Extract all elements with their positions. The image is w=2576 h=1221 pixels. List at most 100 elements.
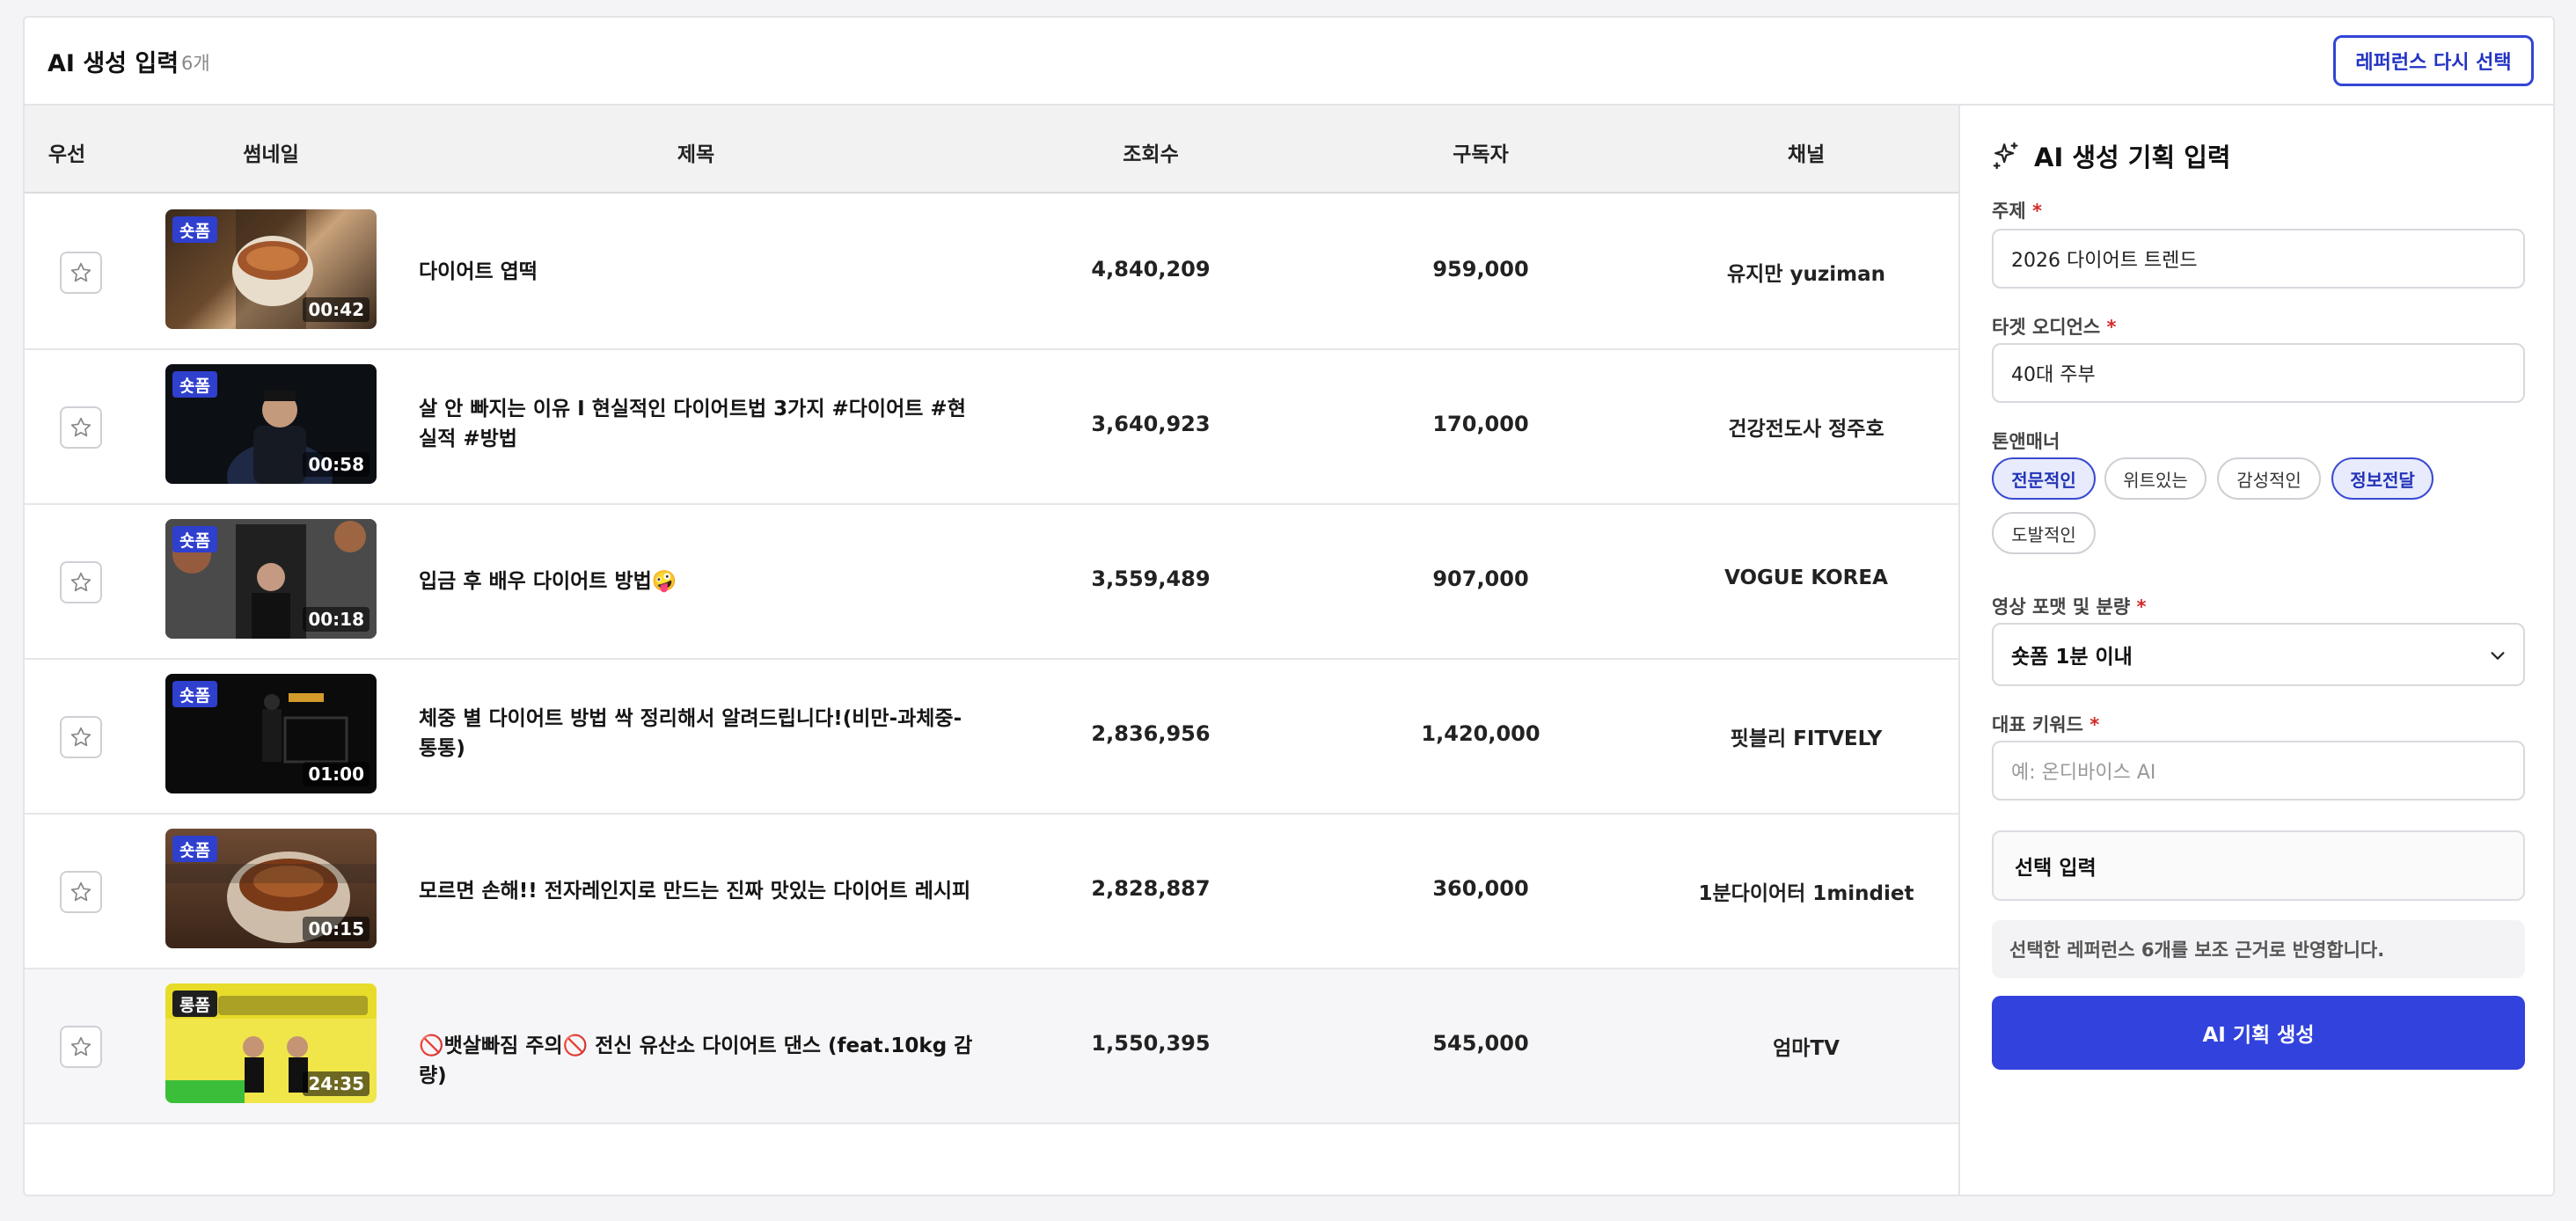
duration-label: 00:18 <box>303 607 370 632</box>
duration-label: 24:35 <box>303 1071 370 1096</box>
keyword-input[interactable]: 예: 온디바이스 AI <box>1992 741 2525 801</box>
priority-star-button[interactable] <box>60 406 102 449</box>
video-thumbnail[interactable]: 숏폼 00:58 <box>165 364 377 484</box>
star-icon <box>70 572 91 592</box>
priority-star-button[interactable] <box>60 871 102 913</box>
panel-title: AI 생성 기획 입력 <box>2034 143 2231 172</box>
views-value: 1,550,395 <box>1091 1031 1211 1056</box>
subscribers-value: 170,000 <box>1432 412 1529 436</box>
star-icon <box>70 727 91 747</box>
sparkle-icon <box>1993 142 2018 170</box>
table-row[interactable]: 숏폼 00:18 입금 후 배우 다이어트 방법🤪 3,559,489 907,… <box>25 505 1958 660</box>
table-row[interactable]: 숏폼 00:42 다이어트 엽떡 4,840,209 959,000 유지만 y… <box>25 195 1958 350</box>
tone-chip-witty[interactable]: 위트있는 <box>2104 457 2206 500</box>
tone-chip-informative[interactable]: 정보전달 <box>2331 457 2433 500</box>
channel-name: VOGUE KOREA <box>1724 567 1888 589</box>
table-row[interactable]: 롱폼 24:35 🚫뱃살빠짐 주의🚫 전신 유산소 다이어트 댄스 (feat.… <box>25 969 1958 1124</box>
required-mark: * <box>2106 317 2117 338</box>
col-title: 제목 <box>677 143 715 166</box>
subscribers-value: 545,000 <box>1432 1031 1529 1056</box>
required-mark: * <box>2136 596 2147 618</box>
video-thumbnail[interactable]: 롱폼 24:35 <box>165 983 377 1103</box>
audience-input[interactable]: 40대 주부 <box>1992 343 2525 403</box>
duration-label: 01:00 <box>303 762 370 786</box>
ai-input-card: AI 생성 입력 6개 레퍼런스 다시 선택 우선 썸네일 제목 조회수 구독자… <box>23 16 2555 1196</box>
channel-name: 핏블리 FITVELY <box>1730 727 1883 750</box>
col-subscribers: 구독자 <box>1453 143 1509 166</box>
format-badge: 숏폼 <box>172 526 217 552</box>
tone-chip-provocative[interactable]: 도발적인 <box>1992 512 2096 554</box>
col-thumbnail: 썸네일 <box>243 143 299 166</box>
table-row[interactable]: 숏폼 00:58 살 안 빠지는 이유 I 현실적인 다이어트법 3가지 #다이… <box>25 350 1958 505</box>
card-header: AI 생성 입력 6개 레퍼런스 다시 선택 <box>25 18 2553 106</box>
subscribers-value: 360,000 <box>1432 876 1529 901</box>
star-icon <box>70 881 91 902</box>
video-thumbnail[interactable]: 숏폼 00:42 <box>165 209 377 329</box>
views-value: 4,840,209 <box>1091 257 1211 281</box>
duration-label: 00:42 <box>303 297 370 322</box>
col-channel: 채널 <box>1787 143 1826 166</box>
video-thumbnail[interactable]: 숏폼 01:00 <box>165 674 377 793</box>
generate-plan-button[interactable]: AI 기획 생성 <box>1992 996 2525 1070</box>
subscribers-value: 959,000 <box>1432 257 1529 281</box>
video-title[interactable]: 체중 별 다이어트 방법 싹 정리해서 알려드립니다!(비만-과체중-통통) <box>419 704 973 764</box>
views-value: 3,640,923 <box>1091 412 1211 436</box>
priority-star-button[interactable] <box>60 716 102 758</box>
video-title[interactable]: 살 안 빠지는 이유 I 현실적인 다이어트법 3가지 #다이어트 #현실적 #… <box>419 394 973 454</box>
duration-label: 00:58 <box>303 452 370 477</box>
star-icon <box>70 1036 91 1056</box>
format-selected-value: 숏폼 1분 이내 <box>2011 646 2133 669</box>
col-views: 조회수 <box>1123 143 1179 166</box>
format-label: 영상 포맷 및 분량 * <box>1992 593 2146 619</box>
chevron-down-icon <box>2491 652 2505 660</box>
table-row[interactable]: 숏폼 01:00 체중 별 다이어트 방법 싹 정리해서 알려드립니다!(비만-… <box>25 660 1958 815</box>
priority-star-button[interactable] <box>60 1026 102 1068</box>
priority-star-button[interactable] <box>60 561 102 603</box>
keyword-label-text: 대표 키워드 <box>1992 714 2083 735</box>
panel-header: AI 생성 기획 입력 <box>1992 137 2231 174</box>
tone-chip-professional[interactable]: 전문적인 <box>1992 457 2096 500</box>
channel-name: 유지만 yuziman <box>1727 263 1885 286</box>
topic-input[interactable]: 2026 다이어트 트렌드 <box>1992 229 2525 289</box>
video-title[interactable]: 모르면 손해!! 전자레인지로 만드는 진짜 맛있는 다이어트 레시피 <box>419 876 973 906</box>
channel-name: 건강전도사 정주호 <box>1728 418 1884 441</box>
subscribers-value: 907,000 <box>1432 567 1529 591</box>
video-title[interactable]: 다이어트 엽떡 <box>419 257 973 287</box>
format-badge: 숏폼 <box>172 836 217 862</box>
table-row[interactable]: 숏폼 00:15 모르면 손해!! 전자레인지로 만드는 진짜 맛있는 다이어트… <box>25 815 1958 969</box>
tone-chip-emotional[interactable]: 감성적인 <box>2217 457 2321 500</box>
topic-label-text: 주제 <box>1992 201 2026 222</box>
optional-input-toggle[interactable]: 선택 입력 <box>1992 830 2525 901</box>
reference-table: 우선 썸네일 제목 조회수 구독자 채널 숏폼 00:42 다이어트 엽떡 4,… <box>25 106 1958 1195</box>
channel-name: 1분다이어터 1mindiet <box>1698 882 1914 905</box>
format-label-text: 영상 포맷 및 분량 <box>1992 596 2131 618</box>
tone-label: 톤앤매너 <box>1992 431 2060 452</box>
star-icon <box>70 417 91 437</box>
priority-star-button[interactable] <box>60 252 102 294</box>
page-title: AI 생성 입력 <box>48 50 179 77</box>
required-mark: * <box>2031 201 2042 222</box>
duration-label: 00:15 <box>303 917 370 941</box>
keyword-label: 대표 키워드 * <box>1992 711 2099 737</box>
topic-label: 주제 * <box>1992 197 2042 223</box>
channel-name: 엄마TV <box>1773 1037 1840 1060</box>
video-thumbnail[interactable]: 숏폼 00:15 <box>165 829 377 948</box>
subscribers-value: 1,420,000 <box>1421 721 1540 746</box>
format-badge: 숏폼 <box>172 216 217 243</box>
audience-label: 타겟 오디언스 * <box>1992 313 2117 340</box>
planning-input-panel: AI 생성 기획 입력 주제 * 2026 다이어트 트렌드 타겟 오디언스 *… <box>1958 106 2553 1195</box>
star-icon <box>70 262 91 282</box>
video-title[interactable]: 🚫뱃살빠짐 주의🚫 전신 유산소 다이어트 댄스 (feat.10kg 감량) <box>419 1031 982 1091</box>
required-mark: * <box>2089 714 2100 735</box>
views-value: 2,828,887 <box>1091 876 1211 901</box>
reference-count: 6개 <box>181 53 210 74</box>
video-title[interactable]: 입금 후 배우 다이어트 방법🤪 <box>419 567 973 596</box>
format-select[interactable]: 숏폼 1분 이내 <box>1992 623 2525 686</box>
reference-note: 선택한 레퍼런스 6개를 보조 근거로 반영합니다. <box>1992 920 2525 978</box>
reselect-reference-button[interactable]: 레퍼런스 다시 선택 <box>2333 35 2534 86</box>
format-badge: 롱폼 <box>172 991 217 1017</box>
video-thumbnail[interactable]: 숏폼 00:18 <box>165 519 377 639</box>
table-header: 우선 썸네일 제목 조회수 구독자 채널 <box>25 106 1958 194</box>
audience-label-text: 타겟 오디언스 <box>1992 317 2101 338</box>
format-badge: 숏폼 <box>172 371 217 398</box>
